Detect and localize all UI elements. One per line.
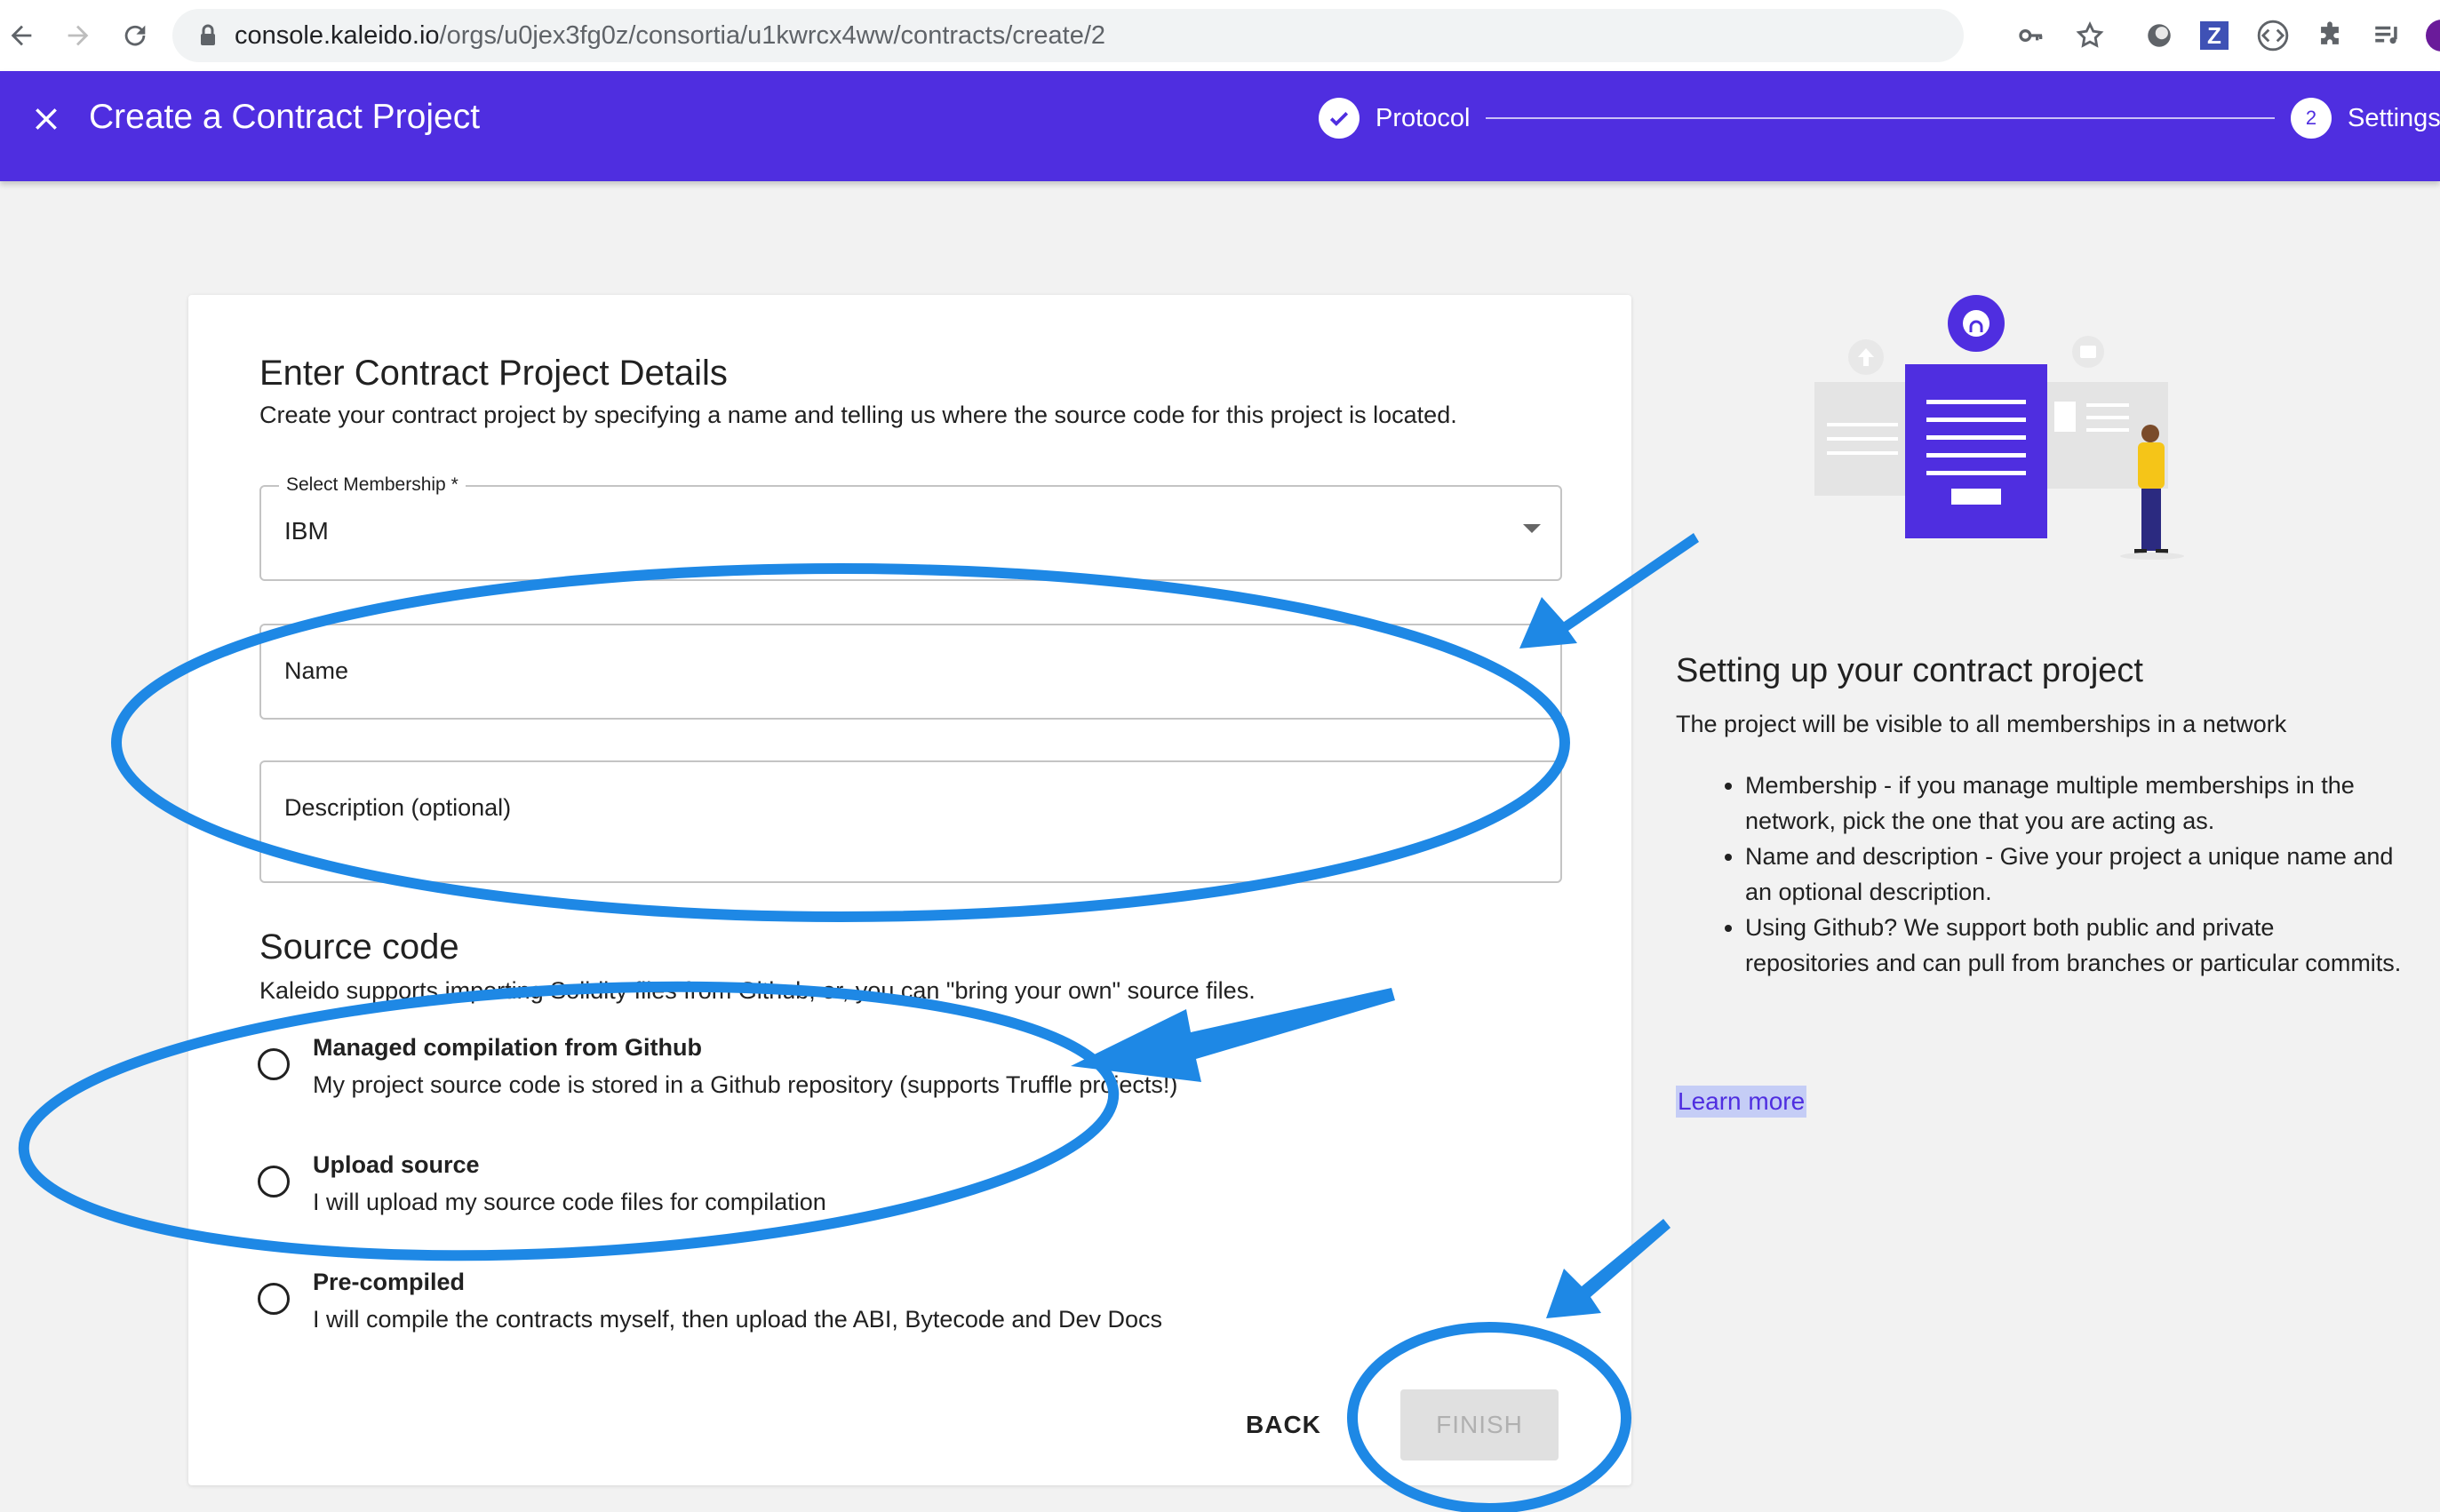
form-subtitle: Create your contract project by specifyi…	[259, 402, 1457, 428]
step-label: Settings	[2348, 103, 2440, 132]
side-panel-intro: The project will be visible to all membe…	[1676, 711, 2287, 737]
membership-value: IBM	[284, 517, 329, 545]
source-code-title: Source code	[259, 927, 459, 967]
option-title: Upload source	[313, 1151, 480, 1178]
description-field[interactable]: Description (optional)	[259, 760, 1562, 883]
back-arrow-icon[interactable]	[0, 14, 43, 57]
name-label: Name	[284, 657, 349, 684]
radio-option-github[interactable]: Managed compilation from Github My proje…	[258, 1034, 1324, 1114]
close-icon[interactable]	[25, 98, 68, 140]
browser-toolbar: console.kaleido.io/orgs/u0jex3fg0z/conso…	[0, 0, 2440, 72]
step-number: 2	[2291, 98, 2332, 139]
z-extension-icon[interactable]: Z	[2195, 16, 2234, 55]
forward-arrow-icon[interactable]	[57, 14, 100, 57]
side-panel-title: Setting up your contract project	[1676, 652, 2143, 689]
app-header: Create a Contract Project Protocol 2 Set…	[0, 71, 2440, 181]
form-title: Enter Contract Project Details	[259, 354, 728, 393]
option-description: My project source code is stored in a Gi…	[313, 1071, 1178, 1098]
list-item: Using Github? We support both public and…	[1745, 910, 2403, 981]
membership-label: Select Membership *	[279, 474, 466, 496]
contract-illustration	[1804, 284, 2213, 604]
radio-button[interactable]	[258, 1283, 290, 1315]
list-item: Membership - if you manage multiple memb…	[1745, 768, 2403, 839]
radio-option-upload[interactable]: Upload source I will upload my source co…	[258, 1151, 1324, 1231]
option-title: Managed compilation from Github	[313, 1034, 702, 1061]
reading-list-icon[interactable]	[2367, 16, 2406, 55]
option-title: Pre-compiled	[313, 1269, 466, 1295]
back-button[interactable]: BACK	[1246, 1411, 1321, 1439]
option-description: I will compile the contracts myself, the…	[313, 1306, 1162, 1333]
extension-circle-icon[interactable]	[2140, 16, 2179, 55]
check-icon	[1319, 98, 1360, 139]
side-panel-list: Membership - if you manage multiple memb…	[1711, 768, 2403, 981]
reload-icon[interactable]	[114, 14, 156, 57]
radio-option-precompiled[interactable]: Pre-compiled I will compile the contract…	[258, 1269, 1324, 1349]
contract-project-form-card: Enter Contract Project Details Create yo…	[188, 295, 1631, 1485]
puzzle-extensions-icon[interactable]	[2310, 16, 2349, 55]
profile-avatar[interactable]	[2422, 16, 2440, 55]
name-field[interactable]: Name	[259, 624, 1562, 720]
stepper-step-protocol: Protocol	[1319, 92, 1470, 144]
page-title: Create a Contract Project	[89, 98, 481, 136]
description-label: Description (optional)	[284, 794, 512, 821]
url-text: console.kaleido.io/orgs/u0jex3fg0z/conso…	[235, 21, 1106, 50]
list-item: Name and description - Give your project…	[1745, 839, 2403, 910]
learn-more-link[interactable]: Learn more	[1676, 1086, 1807, 1118]
step-label: Protocol	[1375, 103, 1471, 132]
bookmark-star-icon[interactable]	[2070, 16, 2109, 55]
membership-select[interactable]: Select Membership * IBM	[259, 474, 1562, 581]
address-bar[interactable]: console.kaleido.io/orgs/u0jex3fg0z/conso…	[172, 9, 1964, 62]
stepper-step-settings: 2 Settings	[2291, 94, 2440, 142]
finish-button[interactable]: FINISH	[1400, 1389, 1559, 1460]
option-description: I will upload my source code files for c…	[313, 1189, 826, 1215]
radio-button[interactable]	[258, 1166, 290, 1198]
key-icon[interactable]	[2012, 16, 2051, 55]
dropdown-arrow-icon[interactable]	[1523, 524, 1541, 533]
code-extension-icon[interactable]	[2253, 16, 2292, 55]
radio-button[interactable]	[258, 1048, 290, 1080]
lock-icon	[199, 24, 217, 52]
stepper-connector	[1486, 117, 2275, 119]
source-code-subtitle: Kaleido supports importing Solidity file…	[259, 977, 1256, 1004]
